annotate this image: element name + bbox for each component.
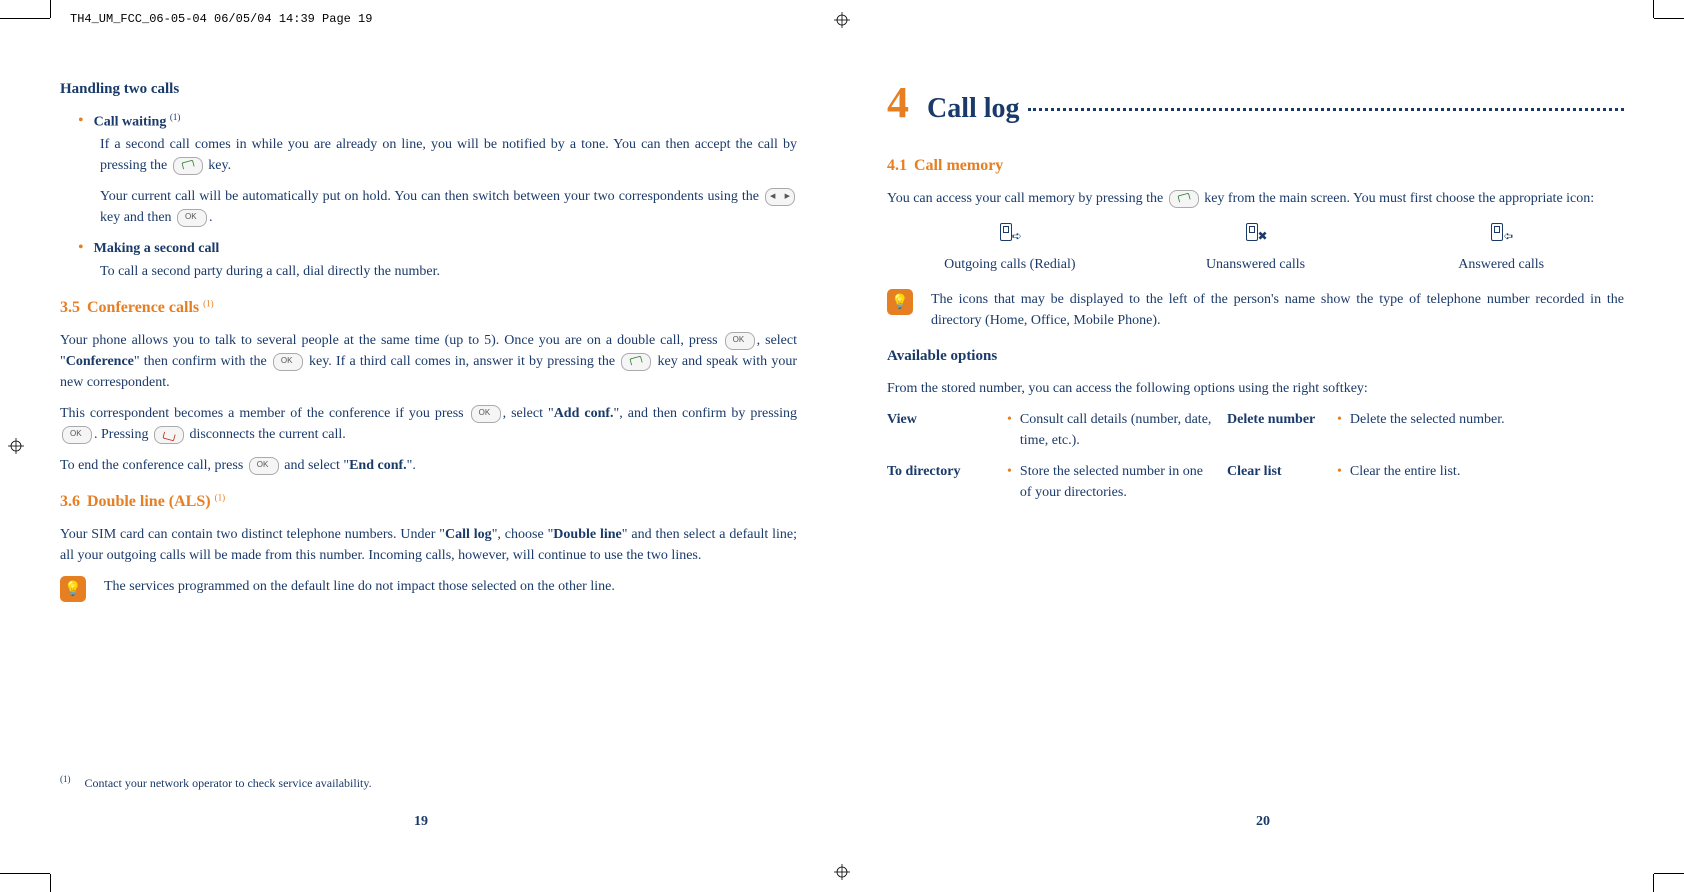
ok-key-icon (62, 426, 92, 444)
ok-key-icon (471, 405, 501, 423)
footnote-ref: (1) (215, 493, 226, 503)
call-key-icon (621, 353, 651, 371)
section-3-5: 3.5 Conference calls (1) (60, 296, 797, 320)
page-number: 19 (0, 811, 842, 832)
available-options-intro: From the stored number, you can access t… (887, 378, 1624, 399)
page-left: Handling two calls • Call waiting (1) If… (0, 0, 842, 892)
call-memory-intro: You can access your call memory by press… (887, 188, 1624, 209)
ok-key-icon (249, 457, 279, 475)
option-view-desc: •Consult call details (number, date, tim… (1007, 409, 1217, 451)
unanswered-calls-icon: ✖ (1246, 221, 1266, 243)
chapter-title: Call log (927, 88, 1020, 130)
tip-text: The icons that may be displayed to the l… (931, 289, 1624, 331)
section-title: Call memory (914, 157, 1003, 174)
section-4-1: 4.1 Call memory (887, 154, 1624, 178)
ok-key-icon (273, 353, 303, 371)
second-call-body: To call a second party during a call, di… (100, 261, 797, 282)
unanswered-calls-col: ✖ Unanswered calls (1133, 221, 1379, 275)
chapter-number: 4 (887, 70, 909, 136)
footnote: (1)Contact your network operator to chec… (60, 773, 782, 792)
option-view-label: View (887, 409, 997, 451)
chapter-heading: 4 Call log (887, 70, 1624, 136)
answered-calls-label: Answered calls (1458, 257, 1544, 272)
call-waiting-body1: If a second call comes in while you are … (100, 134, 797, 176)
outgoing-calls-label: Outgoing calls (Redial) (944, 257, 1075, 272)
unanswered-calls-label: Unanswered calls (1206, 257, 1305, 272)
section-title: Double line (ALS) (87, 493, 215, 510)
section-3-6: 3.6 Double line (ALS) (1) (60, 490, 797, 514)
outgoing-calls-icon: ➪ (1000, 221, 1020, 243)
page-right: 4 Call log 4.1 Call memory You can acces… (842, 0, 1684, 892)
option-to-directory-desc: •Store the selected number in one of you… (1007, 461, 1217, 503)
option-delete-number-desc: •Delete the selected number. (1337, 409, 1624, 451)
conference-p1: Your phone allows you to talk to several… (60, 330, 797, 393)
double-line-p1: Your SIM card can contain two distinct t… (60, 524, 797, 566)
option-clear-list-label: Clear list (1227, 461, 1327, 503)
conference-p3: To end the conference call, press and se… (60, 455, 797, 476)
call-key-icon (173, 157, 203, 175)
second-call-title: Making a second call (94, 238, 220, 259)
leader-dots (1028, 108, 1624, 111)
tip-call-icons: 💡 The icons that may be displayed to the… (887, 289, 1624, 331)
answered-calls-icon: ➪ (1491, 221, 1511, 243)
call-waiting-title: Call waiting (94, 114, 170, 129)
section-number: 3.6 (60, 493, 80, 510)
hangup-key-icon (154, 426, 184, 444)
section-title: Conference calls (87, 299, 203, 316)
bullet-dot-icon: • (78, 238, 84, 259)
footnote-ref: (1) (170, 112, 181, 122)
ok-key-icon (725, 332, 755, 350)
ok-key-icon (177, 209, 207, 227)
options-grid: View •Consult call details (number, date… (887, 409, 1624, 503)
nav-key-icon (765, 188, 795, 206)
heading-handling-two-calls: Handling two calls (60, 78, 797, 101)
outgoing-calls-col: ➪ Outgoing calls (Redial) (887, 221, 1133, 275)
conference-p2: This correspondent becomes a member of t… (60, 403, 797, 445)
call-type-icons: ➪ Outgoing calls (Redial) ✖ Unanswered c… (887, 221, 1624, 275)
option-to-directory-label: To directory (887, 461, 997, 503)
bullet-second-call: • Making a second call (78, 238, 797, 259)
tip-double-line: 💡 The services programmed on the default… (60, 576, 797, 602)
page-number: 20 (842, 811, 1684, 832)
footnote-ref: (1) (203, 299, 214, 309)
tip-text: The services programmed on the default l… (104, 576, 797, 597)
option-clear-list-desc: •Clear the entire list. (1337, 461, 1624, 503)
option-delete-number-label: Delete number (1227, 409, 1327, 451)
call-key-icon (1169, 190, 1199, 208)
tip-icon: 💡 (60, 576, 86, 602)
tip-icon: 💡 (887, 289, 913, 315)
section-number: 3.5 (60, 299, 80, 316)
answered-calls-col: ➪ Answered calls (1378, 221, 1624, 275)
heading-available-options: Available options (887, 345, 1624, 368)
bullet-call-waiting: • Call waiting (1) (78, 111, 797, 133)
call-waiting-body2: Your current call will be automatically … (100, 186, 797, 228)
section-number: 4.1 (887, 157, 907, 174)
bullet-dot-icon: • (78, 111, 84, 132)
